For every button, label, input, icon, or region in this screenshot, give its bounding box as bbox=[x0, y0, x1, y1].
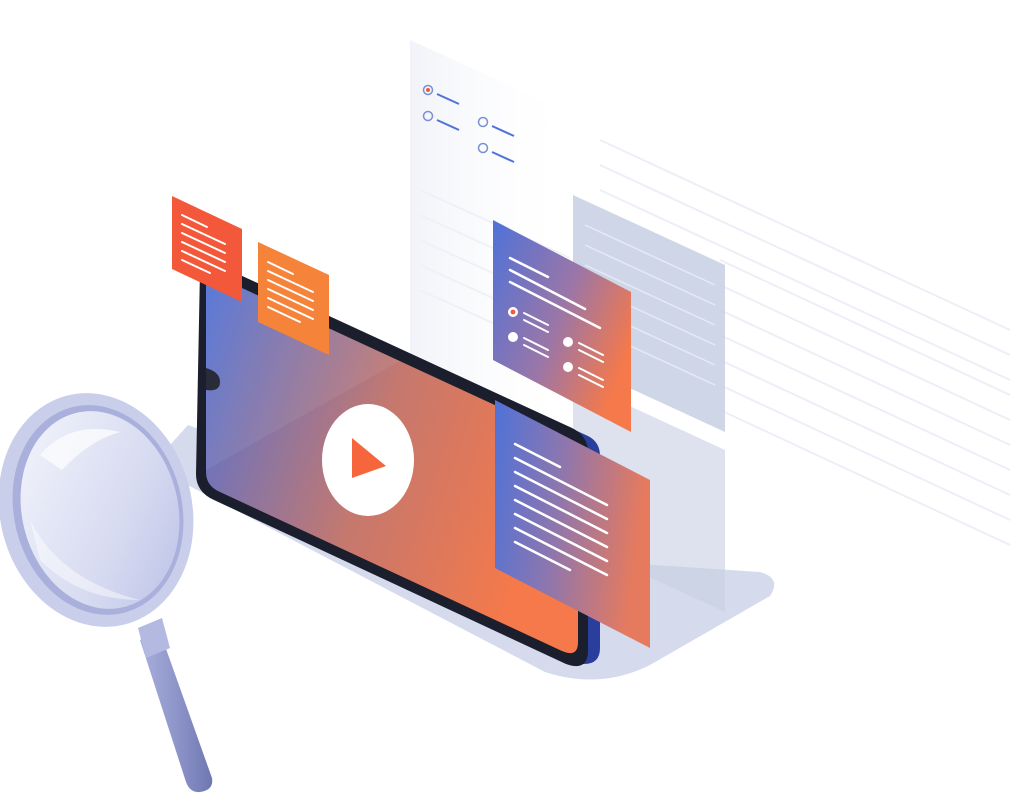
illustration-scene bbox=[0, 40, 1011, 793]
play-button[interactable] bbox=[322, 404, 414, 516]
